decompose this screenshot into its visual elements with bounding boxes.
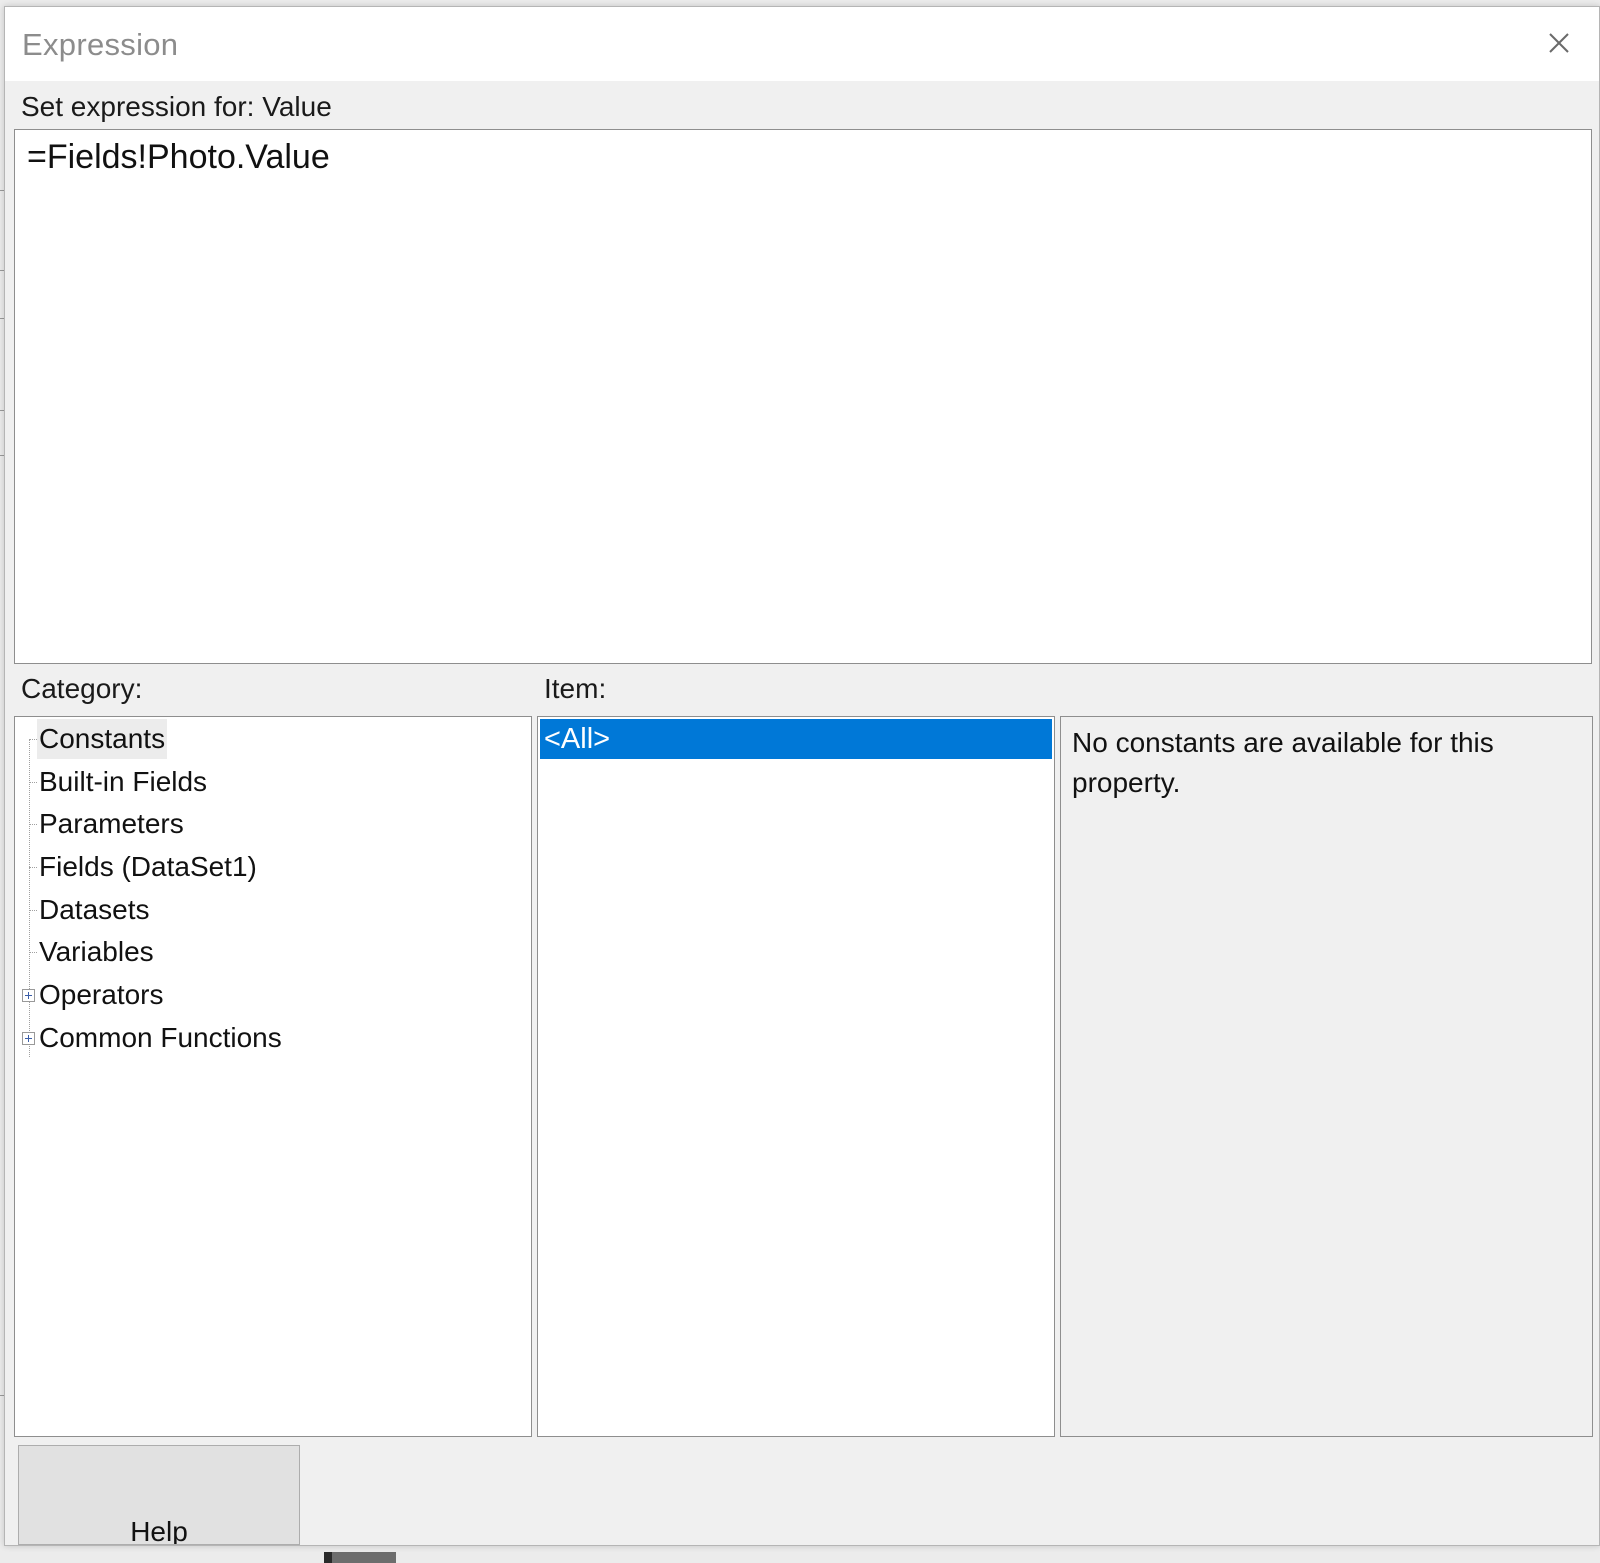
description-text: No constants are available for this prop…	[1072, 727, 1494, 798]
expression-label: Set expression for: Value	[21, 91, 332, 122]
category-item-operators[interactable]: Operators	[37, 975, 166, 1015]
tree-connector	[29, 739, 37, 740]
expression-editor[interactable]: =Fields!Photo.Value	[14, 129, 1592, 664]
tree-connector	[29, 782, 37, 783]
background-app-element	[324, 1552, 396, 1563]
description-panel: No constants are available for this prop…	[1060, 716, 1593, 1437]
tree-connector	[29, 824, 37, 825]
help-button-label: Help	[130, 1516, 188, 1545]
tree-connector	[29, 952, 37, 953]
category-item-parameters[interactable]: Parameters	[37, 804, 186, 844]
title-bar: Expression	[5, 7, 1599, 81]
close-button[interactable]	[1539, 23, 1579, 63]
item-list[interactable]: <All>	[537, 716, 1055, 1437]
item-all[interactable]: <All>	[540, 719, 1052, 759]
tree-connector	[29, 910, 37, 911]
category-tree[interactable]: Constants Built-in Fields Parameters Fie…	[14, 716, 532, 1437]
category-item-fields[interactable]: Fields (DataSet1)	[37, 847, 259, 887]
category-item-datasets[interactable]: Datasets	[37, 890, 152, 930]
category-item-variables[interactable]: Variables	[37, 932, 156, 972]
expand-operators-icon[interactable]	[22, 989, 35, 1002]
tree-connector	[29, 867, 37, 868]
help-button[interactable]: Help	[18, 1445, 300, 1545]
category-item-built-in-fields[interactable]: Built-in Fields	[37, 762, 209, 802]
screen: Expression Set expression for: Value =Fi…	[0, 0, 1600, 1563]
expression-dialog: Expression Set expression for: Value =Fi…	[4, 6, 1600, 1546]
expand-common-functions-icon[interactable]	[22, 1032, 35, 1045]
tree-connector	[29, 739, 30, 1057]
expression-text: =Fields!Photo.Value	[27, 138, 330, 176]
window-title: Expression	[22, 27, 179, 62]
close-icon	[1549, 33, 1569, 53]
category-item-constants[interactable]: Constants	[37, 719, 168, 759]
item-label: Item:	[544, 673, 607, 704]
category-label: Category:	[21, 673, 143, 704]
category-item-common-functions[interactable]: Common Functions	[37, 1018, 284, 1058]
